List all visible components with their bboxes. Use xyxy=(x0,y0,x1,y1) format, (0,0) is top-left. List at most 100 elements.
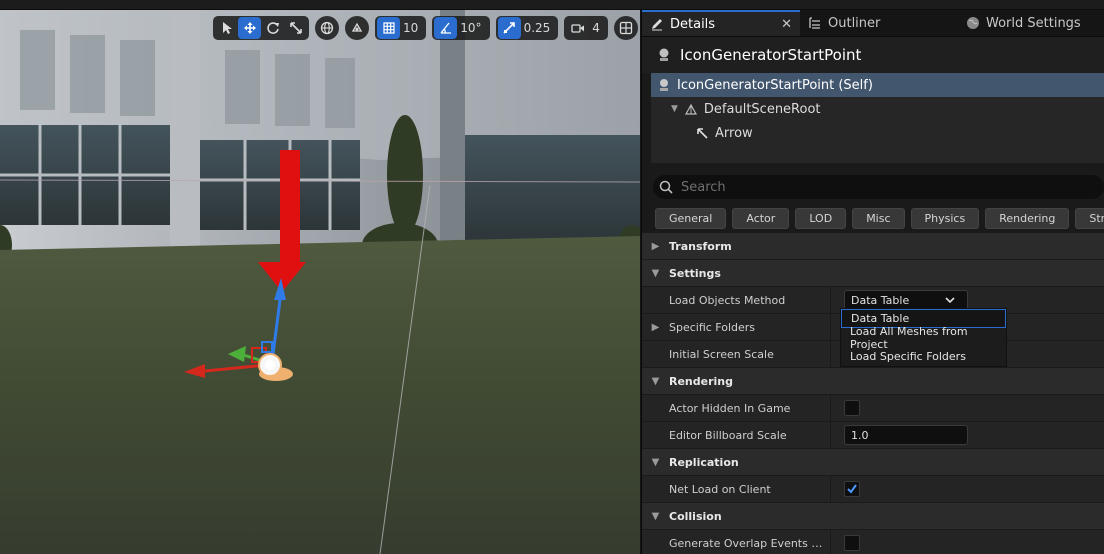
filter-streaming[interactable]: Stre xyxy=(1075,208,1104,229)
rotation-snap-value[interactable]: 10° xyxy=(457,21,487,35)
tab-label: Details xyxy=(670,16,716,32)
category-label: Replication xyxy=(669,455,739,469)
column-divider xyxy=(830,287,831,313)
rotation-snap-group: 10° xyxy=(432,16,490,40)
scale-mode-button[interactable] xyxy=(284,17,307,39)
viewport-scene[interactable] xyxy=(0,10,640,554)
combo-value: Data Table xyxy=(851,293,910,307)
grass-ground xyxy=(0,236,640,554)
filter-actor[interactable]: Actor xyxy=(732,208,790,229)
grid-snap-toggle[interactable] xyxy=(377,17,400,39)
viewport-layout-button[interactable] xyxy=(613,16,638,40)
search-icon xyxy=(659,180,673,194)
camera-speed-button[interactable] xyxy=(566,17,589,39)
tab-label: Outliner xyxy=(828,15,881,31)
property-label: Load Objects Method xyxy=(669,293,786,307)
filter-lod[interactable]: LOD xyxy=(795,208,847,229)
billboard-scale-input[interactable]: 1.0 xyxy=(844,425,968,445)
dropdown-option-load-all-meshes[interactable]: Load All Meshes from Project xyxy=(841,325,1006,351)
camera-speed-value[interactable]: 4 xyxy=(589,21,606,35)
actor-header: IconGeneratorStartPoint xyxy=(642,37,1104,73)
checkmark-icon xyxy=(847,484,857,494)
layout-icon xyxy=(619,21,633,35)
category-label: Settings xyxy=(669,266,721,280)
property-actor-hidden-in-game: Actor Hidden In Game xyxy=(642,394,1104,421)
expand-down-icon: ▼ xyxy=(651,375,660,387)
category-transform[interactable]: ▶ Transform xyxy=(642,232,1104,259)
level-viewport[interactable]: 10 10° 0.25 4 xyxy=(0,10,640,554)
scale-snap-group: 0.25 xyxy=(495,16,559,40)
property-generate-overlap-events: Generate Overlap Events Duri... xyxy=(642,529,1104,554)
grid-icon xyxy=(382,22,395,34)
actor-icon xyxy=(660,79,668,91)
expand-down-icon: ▼ xyxy=(651,510,660,522)
rotate-icon xyxy=(266,22,279,34)
property-net-load-on-client: Net Load on Client xyxy=(642,475,1104,502)
filter-rendering[interactable]: Rendering xyxy=(985,208,1070,229)
coordinate-space-button[interactable] xyxy=(315,16,339,40)
tab-details[interactable]: Details ✕ xyxy=(642,10,800,36)
net-load-checkbox[interactable] xyxy=(844,481,860,497)
actor-hidden-checkbox[interactable] xyxy=(844,400,860,416)
arrow-icon xyxy=(697,128,708,139)
globe-icon xyxy=(967,17,979,29)
filter-general[interactable]: General xyxy=(655,208,727,229)
chevron-down-icon xyxy=(945,297,955,303)
component-self[interactable]: IconGeneratorStartPoint (Self) xyxy=(651,73,1104,97)
scale-snap-toggle[interactable] xyxy=(497,17,521,39)
component-label: DefaultSceneRoot xyxy=(703,101,821,117)
cursor-icon xyxy=(222,22,232,34)
load-objects-method-combo[interactable]: Data Table xyxy=(844,290,968,310)
move-icon xyxy=(243,22,256,34)
expand-right-icon[interactable]: ▶ xyxy=(642,322,669,333)
column-divider xyxy=(830,341,831,367)
component-label: IconGeneratorStartPoint (Self) xyxy=(677,77,873,93)
scale-snap-value[interactable]: 0.25 xyxy=(521,21,557,35)
surface-snap-icon xyxy=(351,22,363,32)
filter-physics[interactable]: Physics xyxy=(910,208,980,229)
column-divider xyxy=(830,314,831,340)
tab-world-settings[interactable]: World Settings xyxy=(958,10,1089,36)
search-placeholder: Search xyxy=(681,179,726,195)
category-label: Collision xyxy=(669,509,722,523)
overlap-events-checkbox[interactable] xyxy=(844,535,860,551)
editor-window: 10 10° 0.25 4 Details ✕ Outliner World S… xyxy=(0,0,1104,554)
title-strip xyxy=(0,0,1104,10)
expand-down-icon: ▼ xyxy=(651,267,660,279)
rotation-snap-toggle[interactable] xyxy=(434,17,458,39)
panel-tab-bar: Details ✕ Outliner World Settings xyxy=(642,10,1104,37)
filter-misc[interactable]: Misc xyxy=(852,208,905,229)
expand-right-icon: ▶ xyxy=(651,240,660,252)
property-label: Editor Billboard Scale xyxy=(669,428,787,442)
scene-root-icon xyxy=(684,103,697,115)
load-method-dropdown-menu: Data Table Load All Meshes from Project … xyxy=(840,308,1007,367)
property-label: Initial Screen Scale xyxy=(669,347,774,361)
tab-outliner[interactable]: Outliner xyxy=(800,10,958,36)
grid-snap-value[interactable]: 10 xyxy=(400,21,424,35)
category-replication[interactable]: ▼ Replication xyxy=(642,448,1104,475)
category-collision[interactable]: ▼ Collision xyxy=(642,502,1104,529)
component-default-scene-root[interactable]: ▼ DefaultSceneRoot xyxy=(651,97,1104,121)
category-settings[interactable]: ▼ Settings xyxy=(642,259,1104,286)
property-label: Net Load on Client xyxy=(669,482,771,496)
translate-mode-button[interactable] xyxy=(238,17,261,39)
expand-down-icon: ▼ xyxy=(651,456,660,468)
close-icon[interactable]: ✕ xyxy=(781,17,792,32)
rotate-mode-button[interactable] xyxy=(261,17,284,39)
property-list: ▶ Transform ▼ Settings Load Objects Meth… xyxy=(642,232,1104,554)
component-tree: IconGeneratorStartPoint (Self) ▼ Default… xyxy=(651,73,1104,163)
viewport-toolbar: 10 10° 0.25 4 xyxy=(213,16,638,40)
globe-icon xyxy=(320,21,334,35)
category-rendering[interactable]: ▼ Rendering xyxy=(642,367,1104,394)
surface-snapping-button[interactable] xyxy=(345,16,369,40)
grid-snap-group: 10 xyxy=(375,16,427,40)
details-search-input[interactable]: Search xyxy=(653,175,1104,199)
actor-icon xyxy=(659,48,669,61)
transform-mode-group xyxy=(213,16,309,40)
property-label: Specific Folders xyxy=(669,320,756,334)
select-mode-button[interactable] xyxy=(215,17,238,39)
component-arrow[interactable]: Arrow xyxy=(651,121,1104,145)
category-label: Transform xyxy=(669,239,732,253)
camera-speed-group[interactable]: 4 xyxy=(564,16,608,40)
list-icon xyxy=(809,17,820,29)
